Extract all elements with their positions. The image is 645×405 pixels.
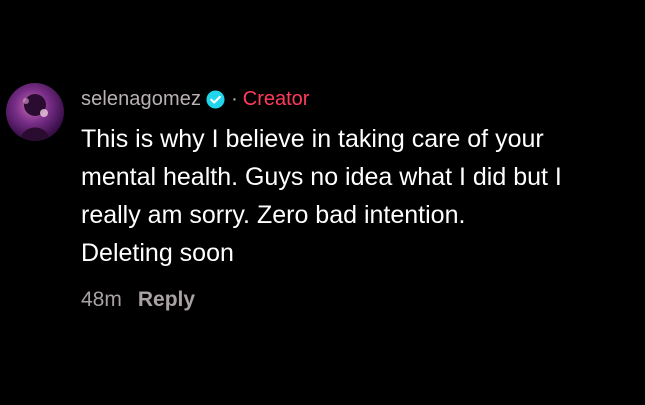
comment-text-line: mental health. Guys no idea what I did b… xyxy=(81,163,562,191)
comment-text-line: This is why I believe in taking care of … xyxy=(81,125,544,153)
comment-text-line: really am sorry. Zero bad intention. xyxy=(81,201,466,229)
comment-text: This is why I believe in taking care of … xyxy=(81,120,636,272)
comment-timestamp: 48m xyxy=(81,288,122,311)
comment-header: selenagomez · Creator xyxy=(81,86,309,112)
comment-meta: 48m Reply xyxy=(81,286,195,314)
comment-text-line: Deleting soon xyxy=(81,239,234,267)
avatar-photo xyxy=(20,94,50,141)
comment-item: selenagomez · Creator This is why I beli… xyxy=(0,0,645,405)
username-link[interactable]: selenagomez xyxy=(81,88,201,111)
user-avatar[interactable] xyxy=(6,83,64,141)
creator-label: Creator xyxy=(242,87,310,110)
separator-dot: · xyxy=(231,87,238,110)
reply-button[interactable]: Reply xyxy=(138,288,195,312)
verified-badge-icon xyxy=(206,89,225,109)
